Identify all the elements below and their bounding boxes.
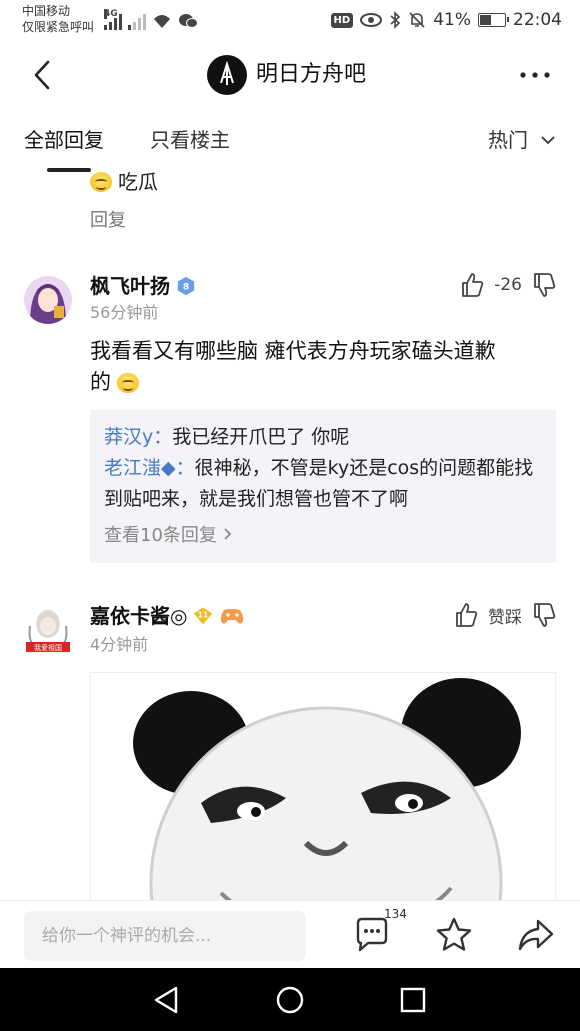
cell-signal-2-icon	[128, 12, 146, 30]
post-time: 56分钟前	[90, 303, 159, 322]
nav-home-icon[interactable]	[275, 985, 305, 1015]
battery-percent: 41%	[433, 10, 471, 30]
more-dots-icon[interactable]	[518, 60, 552, 90]
comment-count: 134	[384, 907, 407, 921]
comment-body-line1: 我看看又有哪些脑 瘫代表方舟玩家磕头道歉	[90, 339, 496, 363]
username-text: 嘉依卡酱◎	[90, 604, 188, 628]
meme-image[interactable]	[90, 672, 556, 900]
thumbs-up-icon[interactable]	[454, 602, 478, 628]
avatar-caption: 我爱祖国	[34, 643, 62, 652]
tab-all-replies[interactable]: 全部回复	[24, 126, 104, 154]
smile-emoji-icon	[90, 172, 112, 192]
thumbs-down-icon[interactable]	[532, 272, 556, 298]
previous-comment-body: 吃瓜	[118, 172, 158, 194]
view-more-replies-text: 查看10条回复	[104, 525, 217, 546]
share-icon[interactable]	[516, 915, 556, 955]
sub-replies-box[interactable]: 莽汉y：我已经开爪巴了 你呢 老江滍◆：很神秘，不管是ky还是cos的问题都能找…	[90, 410, 556, 563]
comment-body-line2: 的	[90, 370, 111, 394]
bluetooth-icon	[390, 11, 401, 29]
thumbs-down-icon[interactable]	[532, 602, 556, 628]
vote-controls: 赞踩	[454, 602, 556, 628]
forum-title[interactable]: 明日方舟吧	[256, 60, 366, 90]
network-type: 4G	[104, 9, 118, 19]
comment-body-line2-wrap: 的	[90, 367, 556, 398]
cell-signal-icon: 4G	[104, 9, 122, 30]
tab-owner-only[interactable]: 只看楼主	[150, 126, 230, 154]
username[interactable]: 枫飞叶扬 8	[90, 272, 196, 300]
vote-count: -26	[494, 275, 522, 295]
signal-indicators: 4G	[104, 8, 198, 30]
sort-label: 热门	[488, 128, 528, 152]
top-nav: 明日方舟吧	[0, 40, 580, 110]
level-badge-icon: 11	[193, 606, 213, 626]
chevron-down-icon	[541, 136, 555, 145]
anime-avatar-icon: 我爱祖国	[24, 606, 72, 654]
vote-controls: -26	[460, 272, 556, 298]
sub-reply-text: 我已经开爪巴了 你呢	[172, 426, 350, 448]
comment-bar: 134	[0, 900, 580, 968]
sort-dropdown[interactable]: 热门	[488, 126, 556, 154]
wifi-icon	[154, 15, 170, 28]
system-nav-bar	[0, 968, 580, 1031]
nav-recents-icon[interactable]	[398, 985, 428, 1015]
comment-item: 枫飞叶扬 8 56分钟前 -26 我看看又有哪些脑 瘫代表方舟玩家磕头道歉 的 …	[0, 260, 580, 570]
eye-comfort-icon	[360, 13, 383, 27]
comment-input[interactable]	[24, 911, 306, 961]
vote-label: 赞踩	[488, 607, 522, 628]
comment-item: 我爱祖国 嘉依卡酱◎ 11 4分钟前 赞踩	[0, 592, 580, 900]
status-right: HD 41% 22:04	[330, 7, 562, 33]
forum-logo[interactable]	[207, 55, 247, 95]
svg-text:11: 11	[198, 611, 208, 620]
status-bar: 中国移动 仅限紧急呼叫 4G HD 41% 22:04	[0, 0, 580, 40]
ark-logo-icon	[220, 60, 234, 85]
carrier-info: 中国移动 仅限紧急呼叫	[22, 3, 94, 35]
sub-reply[interactable]: 莽汉y：我已经开爪巴了 你呢	[104, 422, 542, 453]
chevron-right-icon	[224, 528, 231, 540]
hd-icon: HD	[330, 12, 354, 28]
avatar[interactable]	[24, 276, 72, 324]
smile-emoji-icon	[117, 372, 139, 393]
avatar[interactable]: 我爱祖国	[24, 606, 72, 654]
nav-back-icon[interactable]	[152, 985, 182, 1015]
emergency-only-label: 仅限紧急呼叫	[22, 20, 95, 34]
star-favorite-icon[interactable]	[434, 915, 474, 955]
view-more-replies-link[interactable]: 查看10条回复	[104, 521, 542, 551]
clock: 22:04	[513, 10, 562, 30]
sub-reply-author[interactable]: 莽汉y：	[104, 426, 172, 448]
sub-reply-author[interactable]: 老江滍◆：	[104, 457, 195, 479]
anime-avatar-icon	[24, 276, 72, 324]
thumbs-up-icon[interactable]	[460, 272, 484, 298]
sub-reply[interactable]: 老江滍◆：很神秘，不管是ky还是cos的问题都能找到贴吧来，就是我们想管也管不了…	[104, 453, 542, 515]
post-time: 4分钟前	[90, 635, 149, 654]
comment-list[interactable]: 吃瓜 回复 枫飞叶扬 8 56分钟前 -26 我看看又有哪些脑 瘫代表方舟玩家磕…	[0, 172, 580, 900]
wechat-icon	[179, 14, 198, 28]
level-badge-icon: 8	[176, 276, 196, 296]
username[interactable]: 嘉依卡酱◎ 11	[90, 602, 245, 630]
previous-comment-text: 吃瓜	[90, 172, 158, 196]
panda-meme-icon	[91, 673, 555, 900]
gamepad-badge-icon	[221, 609, 244, 624]
carrier-name: 中国移动	[22, 4, 71, 18]
svg-text:8: 8	[183, 283, 189, 293]
username-text: 枫飞叶扬	[90, 274, 170, 298]
battery-fill	[480, 15, 491, 25]
reply-button[interactable]: 回复	[90, 206, 126, 232]
battery-icon	[478, 13, 509, 27]
comment-bubble-icon[interactable]	[352, 915, 392, 955]
back-arrow-icon[interactable]	[28, 56, 60, 94]
mute-icon	[409, 12, 425, 28]
comment-body: 我看看又有哪些脑 瘫代表方舟玩家磕头道歉 的	[90, 336, 556, 398]
reply-tabs: 全部回复 只看楼主 热门	[0, 110, 580, 172]
